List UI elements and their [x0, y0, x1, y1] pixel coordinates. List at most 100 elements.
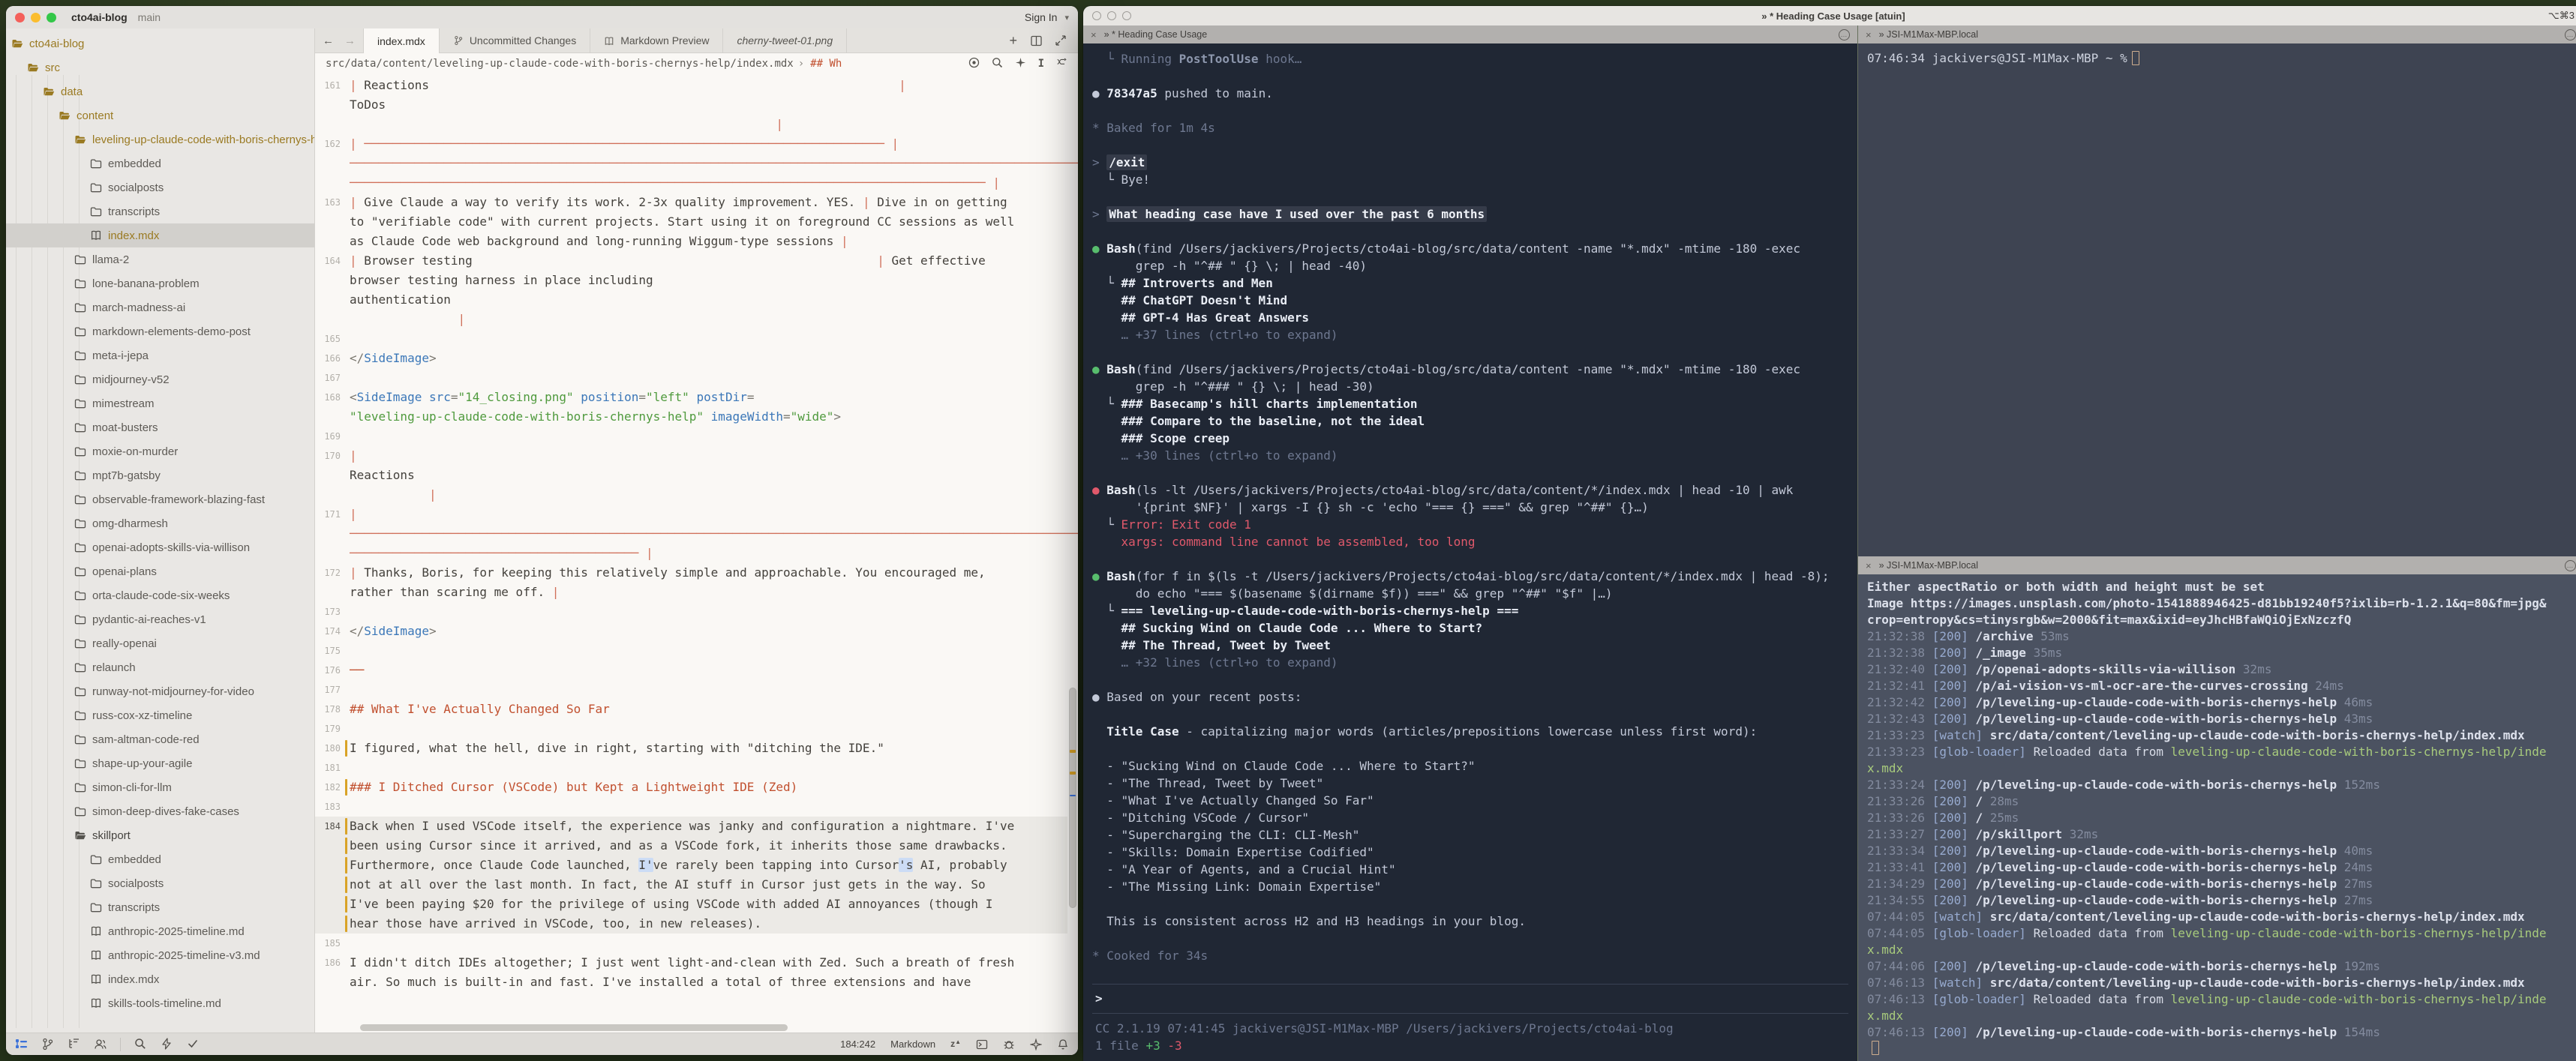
language-selector[interactable]: Markdown: [890, 1039, 935, 1050]
folder-item-russ-cox-xz-timeline[interactable]: russ-cox-xz-timeline: [6, 703, 314, 727]
folder-item-embedded[interactable]: embedded: [6, 151, 314, 175]
horizontal-scrollbar[interactable]: [360, 1024, 788, 1031]
folder-icon: [74, 253, 86, 265]
log-terminal[interactable]: Either aspectRatio or both width and hei…: [1858, 574, 2576, 1061]
close-icon[interactable]: ×: [1091, 29, 1097, 40]
sparkle-icon[interactable]: [1015, 57, 1026, 71]
file-item-anthropic-2025-timeline-v3.md[interactable]: anthropic-2025-timeline-v3.md: [6, 943, 314, 967]
search-icon[interactable]: [134, 1038, 147, 1051]
actions-icon[interactable]: [1056, 57, 1067, 71]
folder-item-embedded[interactable]: embedded: [6, 847, 314, 871]
folder-item-relaunch[interactable]: relaunch: [6, 655, 314, 679]
folder-item-really-openai[interactable]: really-openai: [6, 631, 314, 655]
tab-Markdown Preview[interactable]: Markdown Preview: [590, 28, 723, 52]
folder-item-shape-up-your-agile[interactable]: shape-up-your-agile: [6, 751, 314, 775]
folder-item-transcripts[interactable]: transcripts: [6, 895, 314, 919]
more-icon[interactable]: …: [2565, 29, 2576, 40]
tab-index.mdx[interactable]: index.mdx: [363, 28, 440, 53]
folder-item-socialposts[interactable]: socialposts: [6, 175, 314, 199]
folder-item-mimestream[interactable]: mimestream: [6, 391, 314, 415]
collab-panel-icon[interactable]: [94, 1038, 107, 1051]
claude-terminal[interactable]: └ Running PostToolUse hook… ● 78347a5 pu…: [1083, 43, 1857, 1061]
notification-bell-icon[interactable]: [1057, 1039, 1069, 1051]
folder-item-meta-i-jepa[interactable]: meta-i-jepa: [6, 343, 314, 367]
diagnostics-bug-icon[interactable]: [1003, 1039, 1015, 1051]
tasks-check-icon[interactable]: [187, 1038, 200, 1051]
folder-item-simon-deep-dives-fake-cases[interactable]: simon-deep-dives-fake-cases: [6, 799, 314, 823]
more-icon[interactable]: …: [2565, 560, 2576, 571]
language-server-icon[interactable]: z▲: [950, 1039, 961, 1051]
folder-item-data[interactable]: data: [6, 79, 314, 103]
folder-item-socialposts[interactable]: socialposts: [6, 871, 314, 895]
folder-item-midjourney-v52[interactable]: midjourney-v52: [6, 367, 314, 391]
folder-item-pydantic-ai-reaches-v1[interactable]: pydantic-ai-reaches-v1: [6, 607, 314, 631]
folder-item-transcripts[interactable]: transcripts: [6, 199, 314, 223]
folder-item-moat-busters[interactable]: moat-busters: [6, 415, 314, 439]
close-icon[interactable]: ×: [1866, 560, 1872, 571]
folder-item-moxie-on-murder[interactable]: moxie-on-murder: [6, 439, 314, 463]
nav-back-icon[interactable]: ←: [323, 34, 334, 47]
file-item-index.mdx[interactable]: index.mdx: [6, 967, 314, 991]
folder-item-orta-claude-code-six-weeks[interactable]: orta-claude-code-six-weeks: [6, 583, 314, 607]
minimize-button[interactable]: [1107, 11, 1116, 20]
cursor-position[interactable]: 184:242: [840, 1039, 875, 1050]
shell-terminal[interactable]: 07:46:34 jackivers@JSI-M1Max-MBP ~ %: [1858, 43, 2576, 556]
magnifier-icon[interactable]: [992, 57, 1003, 71]
folder-item-src[interactable]: src: [6, 55, 314, 79]
folder-item-cto4ai-blog[interactable]: cto4ai-blog: [6, 31, 314, 55]
split-pane-icon[interactable]: [1031, 35, 1042, 46]
shell-pane-tab[interactable]: × » JSI-M1Max-MBP.local …: [1858, 25, 2576, 43]
log-pane-tab[interactable]: × » JSI-M1Max-MBP.local …: [1858, 556, 2576, 574]
close-button[interactable]: [1092, 11, 1101, 20]
file-item-skills-tools-timeline.md[interactable]: skills-tools-timeline.md: [6, 991, 314, 1015]
file-item-index.mdx[interactable]: index.mdx: [6, 223, 314, 247]
expand-icon[interactable]: [1055, 35, 1066, 46]
folder-item-skillport[interactable]: skillport: [6, 823, 314, 847]
vertical-scrollbar[interactable]: [1068, 74, 1077, 1033]
folder-item-simon-cli-for-llm[interactable]: simon-cli-for-llm: [6, 775, 314, 799]
folder-item-openai-adopts-skills-via-willison[interactable]: openai-adopts-skills-via-willison: [6, 535, 314, 559]
file-item-anthropic-2025-timeline.md[interactable]: anthropic-2025-timeline.md: [6, 919, 314, 943]
git-panel-icon[interactable]: [41, 1038, 54, 1051]
folder-item-mpt7b-gatsby[interactable]: mpt7b-gatsby: [6, 463, 314, 487]
tab-cherny-tweet-01.png[interactable]: cherny-tweet-01.png: [723, 28, 847, 52]
terminal-panel-icon[interactable]: [976, 1039, 988, 1051]
folder-item-leveling-up-claude-code-with-boris-chernys-help[interactable]: leveling-up-claude-code-with-boris-chern…: [6, 127, 314, 151]
folder-item-content[interactable]: content: [6, 103, 314, 127]
folder-icon: [74, 685, 86, 697]
editor[interactable]: 161| Reactions |ToDos |162| ────────────…: [315, 74, 1078, 1033]
assistant-zap-icon[interactable]: [161, 1038, 173, 1051]
outline-panel-icon[interactable]: [68, 1038, 80, 1051]
sign-in-button[interactable]: Sign In ▾: [1025, 11, 1069, 23]
folder-item-openai-plans[interactable]: openai-plans: [6, 559, 314, 583]
more-icon[interactable]: …: [1839, 29, 1850, 40]
git-branch-name[interactable]: main: [138, 11, 161, 23]
scrollbar-thumb[interactable]: [1069, 688, 1076, 908]
folder-item-march-madness-ai[interactable]: march-madness-ai: [6, 295, 314, 319]
zoom-button[interactable]: [1122, 11, 1131, 20]
folder-item-omg-dharmesh[interactable]: omg-dharmesh: [6, 511, 314, 535]
close-icon[interactable]: ×: [1866, 29, 1872, 40]
breadcrumb[interactable]: src/data/content/leveling-up-claude-code…: [315, 53, 1078, 74]
nav-forward-icon[interactable]: →: [344, 34, 356, 47]
tab-Uncommitted Changes[interactable]: Uncommitted Changes: [440, 28, 590, 52]
text-cursor-icon[interactable]: I: [1038, 58, 1044, 70]
project-panel-icon[interactable]: [15, 1038, 28, 1051]
project-panel[interactable]: cto4ai-blogsrcdatacontentleveling-up-cla…: [6, 28, 315, 1033]
minimize-button[interactable]: [31, 13, 41, 22]
folder-item-sam-altman-code-red[interactable]: sam-altman-code-red: [6, 727, 314, 751]
assistant-sparkle-icon[interactable]: [1030, 1039, 1042, 1051]
claude-input-box[interactable]: >: [1092, 984, 1848, 1014]
folder-item-markdown-elements-demo-post[interactable]: markdown-elements-demo-post: [6, 319, 314, 343]
new-tab-button[interactable]: +: [1009, 33, 1017, 49]
folder-item-runway-not-midjourney-for-video[interactable]: runway-not-midjourney-for-video: [6, 679, 314, 703]
close-button[interactable]: [15, 13, 25, 22]
tree-item-label: lone-banana-problem: [92, 277, 200, 290]
target-icon[interactable]: [968, 57, 980, 71]
folder-item-lone-banana-problem[interactable]: lone-banana-problem: [6, 271, 314, 295]
folder-item-llama-2[interactable]: llama-2: [6, 247, 314, 271]
folder-item-observable-framework-blazing-fast[interactable]: observable-framework-blazing-fast: [6, 487, 314, 511]
zoom-button[interactable]: [47, 13, 56, 22]
claude-pane-tab[interactable]: × » * Heading Case Usage …: [1083, 25, 1857, 43]
editor-line-174: 174</SideImage>: [315, 622, 1067, 641]
